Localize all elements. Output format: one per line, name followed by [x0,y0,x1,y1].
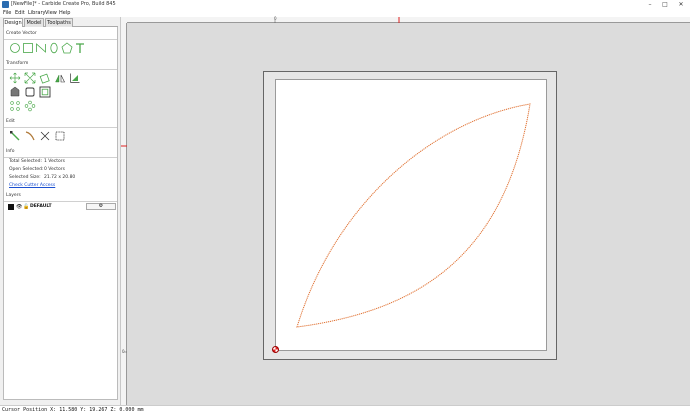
leaf-vector-path [296,103,531,328]
info-open-selected-value: 0 Vectors [44,167,65,172]
section-create-vector: Create Vector [6,31,37,36]
menu-bar: File Edit Library View Help [0,9,690,17]
section-edit: Edit [6,119,15,124]
layer-row[interactable]: 👁 🔓 DEFAULT ⚙ [8,203,116,211]
stock-border [263,71,557,360]
menu-help[interactable]: Help [59,9,70,17]
ruler-left-zero-label: 0 [122,349,125,354]
menu-view[interactable]: View [45,9,57,17]
left-panel: Design Model Toolpaths Create Vector Tra… [0,17,121,413]
menu-edit[interactable]: Edit [15,9,25,17]
circle-array-icon[interactable] [9,100,21,112]
rectangle-icon[interactable] [22,42,34,54]
fillet-icon[interactable] [54,130,66,142]
align-icon[interactable] [69,72,81,84]
ellipse-icon[interactable] [48,42,60,54]
polygon-icon[interactable] [61,42,73,54]
eye-icon[interactable]: 👁 [16,203,22,211]
move-icon[interactable] [9,72,21,84]
ruler-left[interactable]: 0 [121,23,127,409]
info-selected-size-value: 21.72 x 20.80 [44,175,76,180]
trim-icon[interactable] [24,130,36,142]
tab-toolpaths[interactable]: Toolpaths [45,18,73,27]
info-selected-size-label: Selected Size: [9,175,41,180]
app-logo-icon [2,1,9,8]
cursor-position-readout: Cursor Position X: 11.580 Y: 19.267 Z: 0… [2,407,144,413]
origin-marker-icon [272,346,279,353]
close-button[interactable]: ✕ [674,0,688,9]
scale-icon[interactable] [24,72,36,84]
info-total-selected-value: 1 Vectors [44,159,65,164]
design-panel: Create Vector Transform Edit Info Total … [3,27,118,400]
curve-icon[interactable] [35,42,47,54]
layer-settings-button[interactable]: ⚙ [86,203,116,210]
canvas-area[interactable]: 0 0 [121,16,690,409]
minimize-button[interactable]: – [643,0,657,9]
section-info: Info [6,149,15,154]
circle-icon[interactable] [9,42,21,54]
layer-name: DEFAULT [30,204,52,209]
panel-tabs: Design Model Toolpaths [3,18,118,28]
section-transform: Transform [6,61,29,66]
group-icon[interactable] [24,100,36,112]
design-canvas[interactable] [276,80,548,352]
mirror-icon[interactable] [54,72,66,84]
divider [4,201,117,202]
divider [4,127,117,128]
check-cutter-access-link[interactable]: Check Cutter Access [9,183,55,188]
info-total-selected-label: Total Selected: [9,159,42,164]
text-icon[interactable] [74,42,86,54]
info-open-selected: Open Selected: 0 Vectors [9,167,65,172]
divider [4,69,117,70]
divider [4,157,117,158]
lock-icon[interactable]: 🔓 [23,203,29,211]
ruler-top-zero-label: 0 [274,16,277,21]
window-title: [NewFile]* - Carbide Create Pro, Build 8… [11,1,116,7]
stock-workspace[interactable] [272,79,548,353]
status-bar: Cursor Position X: 11.580 Y: 19.267 Z: 0… [0,405,690,414]
inset-icon[interactable] [39,86,51,98]
ruler-top-ticks [274,17,400,23]
rotate-icon[interactable] [39,72,51,84]
maximize-button[interactable]: □ [658,0,672,9]
menu-library[interactable]: Library [28,9,45,17]
info-selected-size: Selected Size: 21.72 x 20.80 [9,175,75,180]
menu-file[interactable]: File [3,9,11,17]
boolean-icon[interactable] [24,86,36,98]
tab-model[interactable]: Model [24,18,44,27]
cut-icon[interactable] [39,130,51,142]
layer-color-swatch[interactable] [8,204,14,210]
divider [4,39,117,40]
ruler-top[interactable]: 0 [127,16,690,23]
node-edit-icon[interactable] [9,130,21,142]
offset-icon[interactable] [9,86,21,98]
info-open-selected-label: Open Selected: [9,167,44,172]
info-total-selected: Total Selected: 1 Vectors [9,159,65,164]
section-layers: Layers [6,193,21,198]
